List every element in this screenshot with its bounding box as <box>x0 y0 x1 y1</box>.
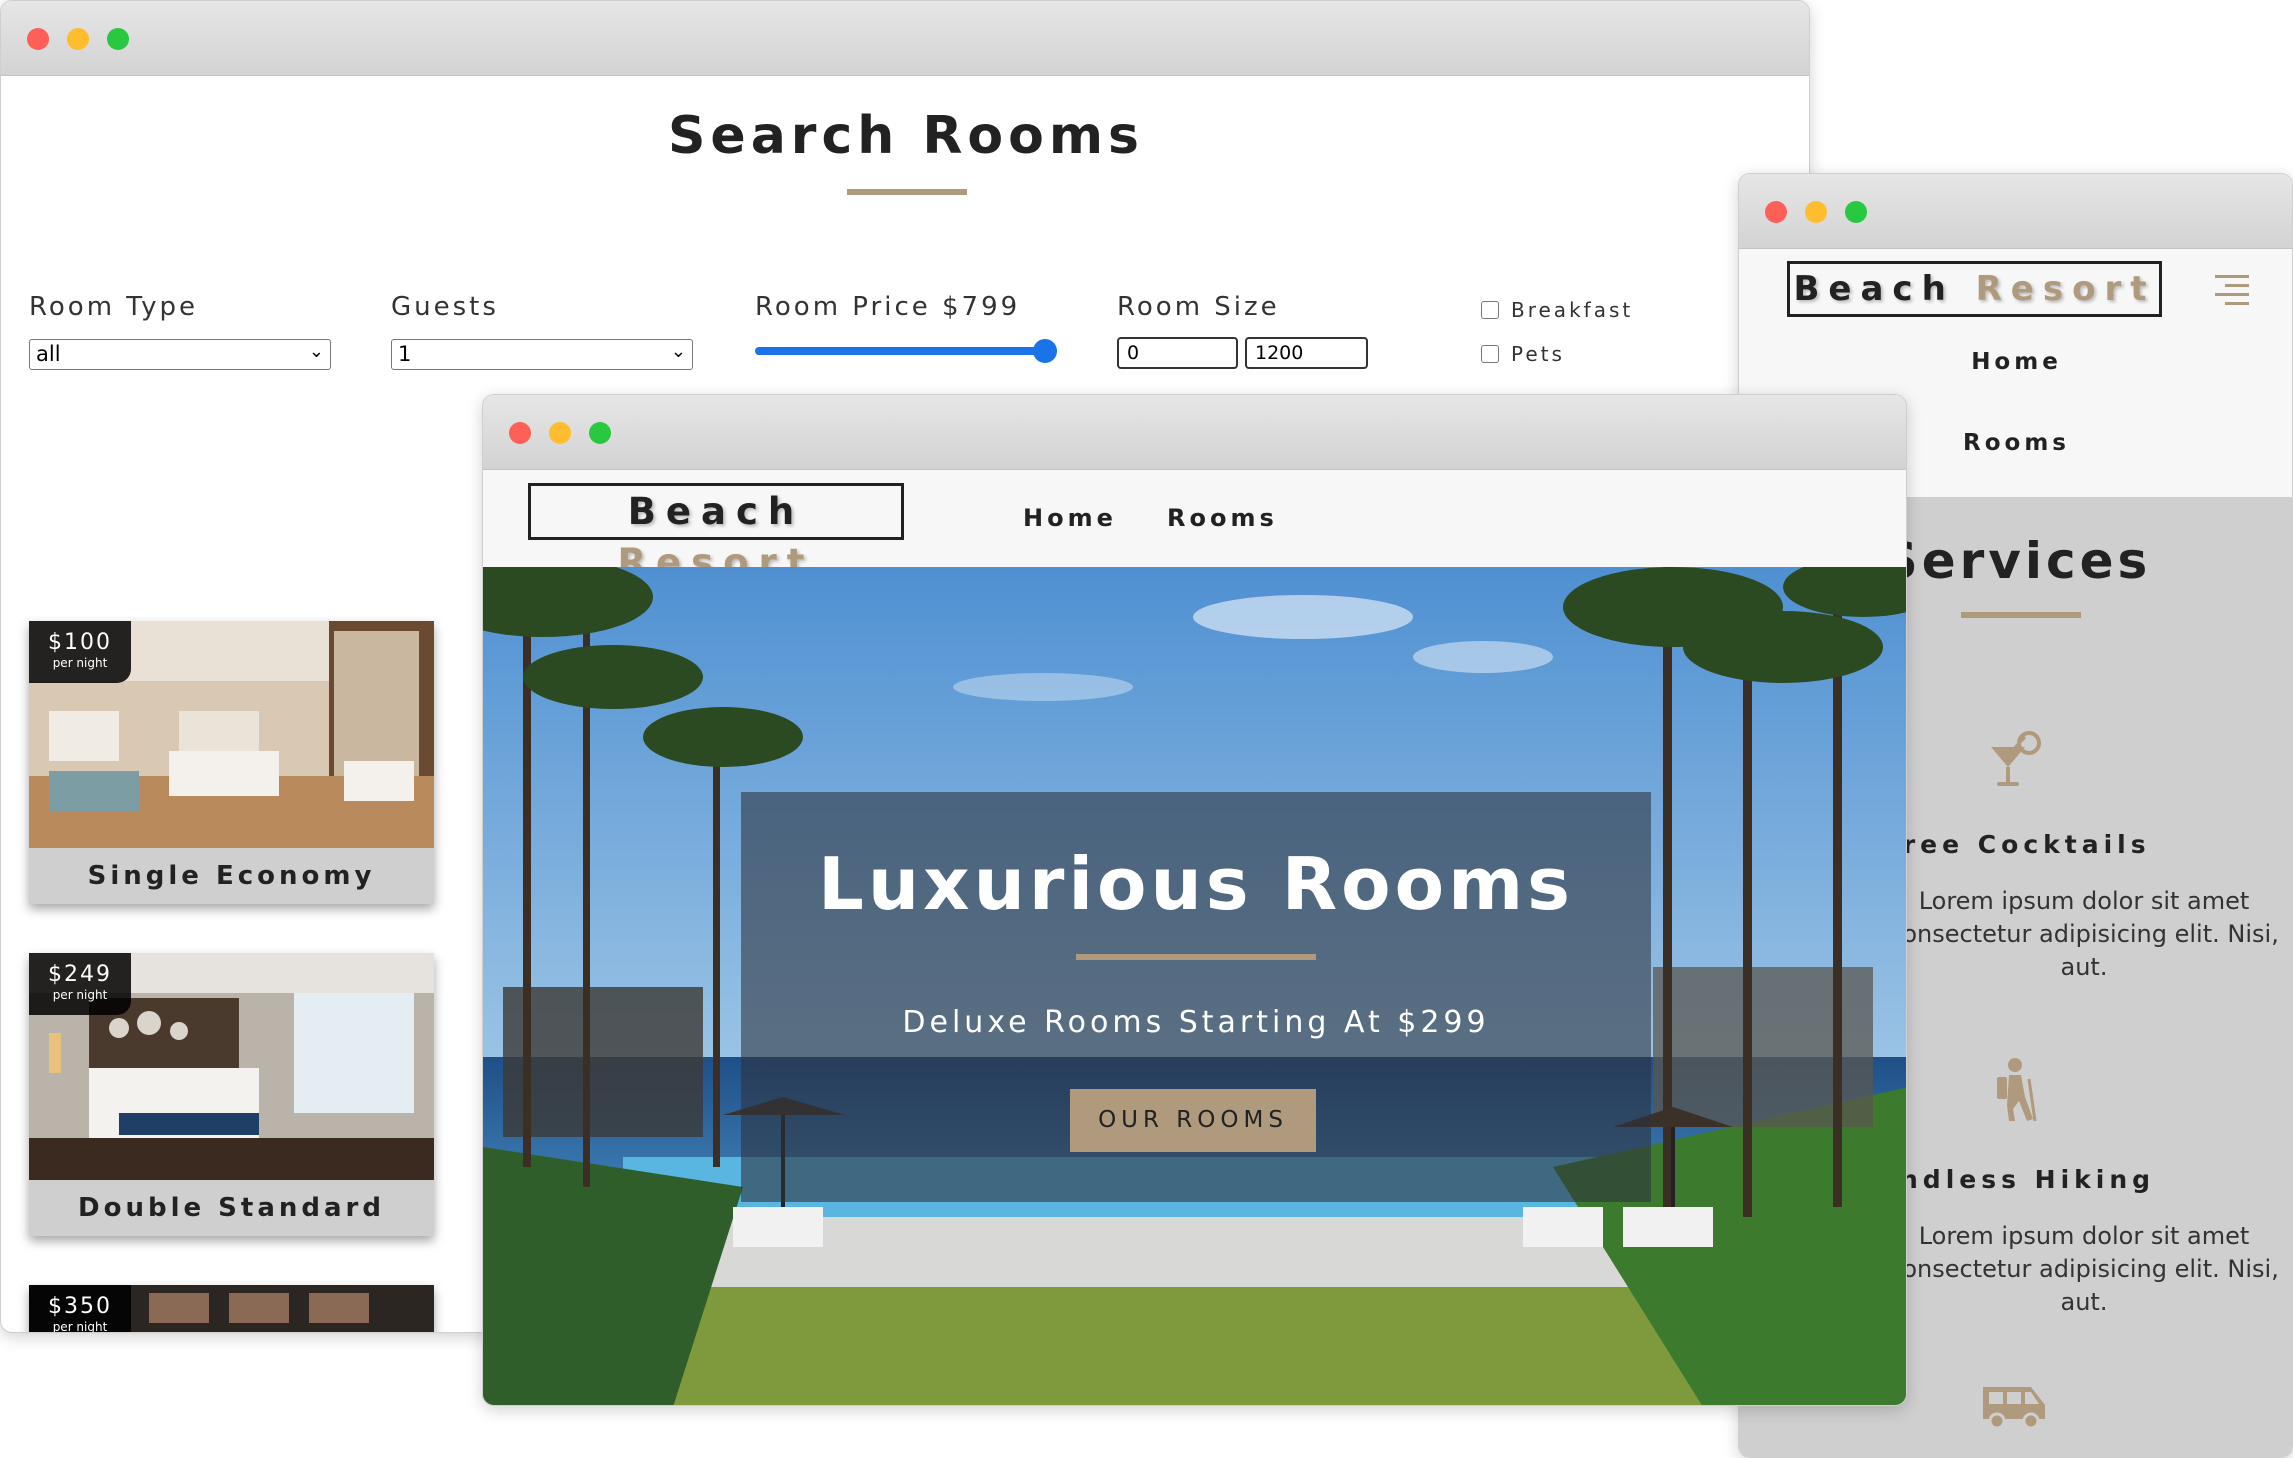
window-titlebar[interactable] <box>1739 174 2292 249</box>
chevron-down-icon: ⌄ <box>308 341 324 362</box>
room-card[interactable]: $249 per night Double Standard <box>29 953 434 1236</box>
maximize-window-button[interactable] <box>589 422 611 444</box>
window-titlebar[interactable] <box>1 1 1809 76</box>
hero-title: Luxurious Rooms <box>818 842 1574 926</box>
size-max-input[interactable]: 1200 <box>1245 337 1368 369</box>
logo-word-beach: Beach <box>1793 269 1955 309</box>
homepage: Beach Resort Home Rooms Luxurious Rooms … <box>483 470 1906 1405</box>
services-underline <box>1961 612 2081 618</box>
room-type-select[interactable]: all ⌄ <box>29 339 331 370</box>
room-size-label: Room Size <box>1117 292 1280 322</box>
room-card[interactable]: $100 per night Single Economy <box>29 621 434 904</box>
shuttle-icon <box>1973 1375 2053 1445</box>
price-per-label: per night <box>52 1320 108 1332</box>
close-window-button[interactable] <box>1765 201 1787 223</box>
price-slider-handle[interactable] <box>1033 339 1057 363</box>
size-min-input[interactable]: 0 <box>1117 337 1238 369</box>
minimize-window-button[interactable] <box>67 28 89 50</box>
homepage-window: Beach Resort Home Rooms Luxurious Rooms … <box>482 394 1907 1406</box>
hero-banner: Luxurious Rooms Deluxe Rooms Starting At… <box>741 792 1651 1202</box>
close-window-button[interactable] <box>509 422 531 444</box>
price-per-label: per night <box>52 988 108 1002</box>
chevron-down-icon: ⌄ <box>670 341 686 362</box>
nav-link-rooms[interactable]: Rooms <box>1167 504 1278 532</box>
maximize-window-button[interactable] <box>107 28 129 50</box>
price-per-label: per night <box>52 656 108 670</box>
guests-label: Guests <box>391 292 499 322</box>
our-rooms-button[interactable]: OUR ROOMS <box>1070 1089 1316 1152</box>
maximize-window-button[interactable] <box>1845 201 1867 223</box>
logo-word-resort: Resort <box>1975 269 2156 309</box>
room-type-label: Room Type <box>29 292 199 322</box>
room-type-value: all <box>36 342 61 366</box>
hero-subtitle: Deluxe Rooms Starting At $299 <box>902 1005 1490 1040</box>
pets-label: Pets <box>1511 342 1565 366</box>
hamburger-menu-icon[interactable] <box>2215 269 2249 309</box>
hero-underline <box>1076 954 1316 960</box>
price-amount: $350 <box>48 1294 112 1319</box>
window-titlebar[interactable] <box>483 395 1906 470</box>
minimize-window-button[interactable] <box>549 422 571 444</box>
page-title: Search Rooms <box>667 106 1145 166</box>
service-description: Lorem ipsum dolor sit amet consectetur a… <box>1889 887 2279 981</box>
service-description: Lorem ipsum dolor sit amet consectetur a… <box>1889 1222 2279 1316</box>
close-window-button[interactable] <box>27 28 49 50</box>
room-price-label: Room Price $799 <box>755 292 1021 322</box>
breakfast-checkbox[interactable] <box>1481 301 1499 319</box>
title-underline <box>847 189 967 195</box>
guests-value: 1 <box>398 342 412 366</box>
site-logo[interactable]: Beach Resort <box>1787 261 2162 317</box>
main-navbar: Beach Resort Home Rooms <box>483 470 1906 584</box>
hero-section: Luxurious Rooms Deluxe Rooms Starting At… <box>483 567 1906 1405</box>
nav-link-home[interactable]: Home <box>1739 349 2292 375</box>
breakfast-label: Breakfast <box>1511 298 1634 322</box>
price-amount: $249 <box>48 962 112 987</box>
price-badge: $350 per night <box>29 1285 131 1332</box>
site-logo[interactable]: Beach Resort <box>528 483 904 584</box>
guests-select[interactable]: 1 ⌄ <box>391 339 693 370</box>
logo-word-beach: Beach <box>627 490 805 533</box>
room-card[interactable]: $350 per night <box>29 1285 434 1332</box>
nav-link-home[interactable]: Home <box>1023 504 1117 532</box>
price-amount: $100 <box>48 630 112 655</box>
price-slider[interactable] <box>755 347 1045 355</box>
cocktail-icon <box>1973 727 2053 797</box>
room-name: Single Economy <box>29 848 434 904</box>
hiking-icon <box>1973 1057 2053 1127</box>
price-badge: $249 per night <box>29 953 131 1015</box>
room-name: Double Standard <box>29 1180 434 1236</box>
pets-checkbox[interactable] <box>1481 345 1499 363</box>
minimize-window-button[interactable] <box>1805 201 1827 223</box>
price-badge: $100 per night <box>29 621 131 683</box>
